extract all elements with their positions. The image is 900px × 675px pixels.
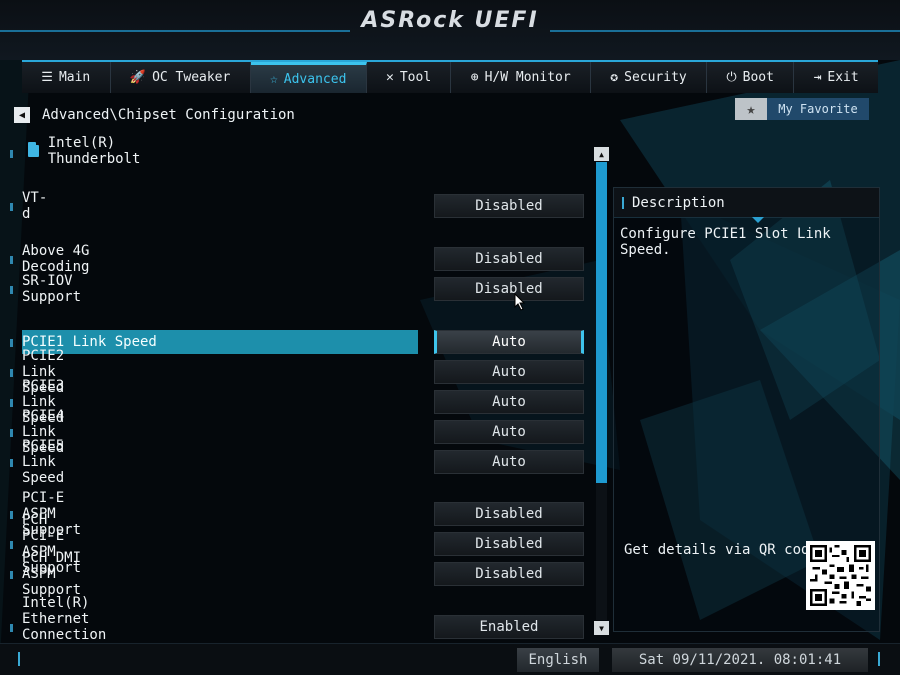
tab-label: Security xyxy=(624,70,687,85)
power-icon: ⏻ xyxy=(726,70,737,85)
back-arrow-icon[interactable]: ◀ xyxy=(14,107,30,123)
header-wing-right xyxy=(550,30,900,58)
my-favorite-label: My Favorite xyxy=(767,98,869,120)
setting-value-pcie1-link-speed[interactable]: Auto xyxy=(434,330,584,354)
setting-value-pcie5-link-speed[interactable]: Auto xyxy=(434,450,584,474)
main-tab-bar: ☰ Main 🚀 OC Tweaker ☆ Advanced ✕ Tool ⊕ H/W M… xyxy=(22,60,878,93)
tab-security[interactable]: ✪ Security xyxy=(591,62,708,93)
tab-hw-monitor[interactable]: ⊕ H/W Monitor xyxy=(451,62,591,93)
submenu-label: Intel(R) Thunderbolt xyxy=(47,135,141,167)
row-marker xyxy=(10,541,13,549)
row-marker xyxy=(10,429,13,437)
tab-exit[interactable]: ⇥ Exit xyxy=(794,62,878,93)
setting-value-pch-pci-e-aspm-support[interactable]: Disabled xyxy=(434,532,584,556)
submenu-thunderbolt[interactable]: Intel(R) Thunderbolt xyxy=(28,135,148,167)
my-favorite-button[interactable]: ★ My Favorite xyxy=(735,98,869,120)
row-marker xyxy=(10,150,13,158)
setting-label-vt-d[interactable]: VT-d xyxy=(22,190,47,222)
row-marker xyxy=(10,369,13,377)
setting-value-pcie2-link-speed[interactable]: Auto xyxy=(434,360,584,384)
footer-marker xyxy=(18,652,20,666)
description-text: Configure PCIE1 Slot Link Speed. xyxy=(620,226,831,258)
folder-icon xyxy=(28,142,39,157)
scrollbar-track[interactable] xyxy=(596,162,607,620)
pointer-arrow-icon xyxy=(752,217,764,223)
tab-tool[interactable]: ✕ Tool xyxy=(367,62,452,93)
favorite-star-icon: ★ xyxy=(735,98,767,120)
row-marker xyxy=(10,459,13,467)
setting-value-sr-iov-support[interactable]: Disabled xyxy=(434,277,584,301)
setting-value-intel-ethernet-connection[interactable]: Enabled xyxy=(434,615,584,639)
description-panel: Description Configure PCIE1 Slot Link Sp… xyxy=(613,187,880,632)
row-marker xyxy=(10,399,13,407)
breadcrumb: Advanced\Chipset Configuration xyxy=(42,107,295,123)
list-icon: ☰ xyxy=(41,70,53,85)
tools-icon: ✕ xyxy=(386,70,394,85)
tab-oc-tweaker[interactable]: 🚀 OC Tweaker xyxy=(111,62,251,93)
scroll-down-button[interactable]: ▼ xyxy=(594,621,609,635)
setting-label-sr-iov-support[interactable]: SR-IOV Support xyxy=(22,273,81,305)
tab-label: H/W Monitor xyxy=(484,70,571,85)
row-marker xyxy=(10,286,13,294)
scrollbar-thumb[interactable] xyxy=(596,162,607,483)
setting-label-above-4g-decoding[interactable]: Above 4G Decoding xyxy=(22,243,89,275)
asrock-uefi-logo: ASRock UEFI xyxy=(361,8,539,33)
setting-label-pcie1-link-speed[interactable]: PCIE1 Link Speed xyxy=(22,330,418,354)
footer-marker xyxy=(878,652,880,666)
setting-label-pch-dmi-aspm-support[interactable]: PCH DMI ASPM Support xyxy=(22,550,81,598)
setting-value-pci-e-aspm-support[interactable]: Disabled xyxy=(434,502,584,526)
qr-code-label: Get details via QR code xyxy=(624,542,818,558)
setting-label-intel-ethernet-connection[interactable]: Intel(R) Ethernet Connection I218-V xyxy=(22,595,106,659)
globe-icon: ⊕ xyxy=(470,70,479,85)
tab-boot[interactable]: ⏻ Boot xyxy=(707,62,795,93)
setting-label-pcie5-link-speed[interactable]: PCIE5 Link Speed xyxy=(22,438,64,486)
row-marker xyxy=(10,511,13,519)
setting-value-pcie4-link-speed[interactable]: Auto xyxy=(434,420,584,444)
setting-value-vt-d[interactable]: Disabled xyxy=(434,194,584,218)
breadcrumb-row: ◀ Advanced\Chipset Configuration xyxy=(14,104,295,126)
row-marker xyxy=(10,571,13,579)
qr-code-image xyxy=(810,545,871,606)
tab-label: Advanced xyxy=(283,71,347,87)
rocket-icon: 🚀 xyxy=(129,70,147,85)
row-marker xyxy=(10,339,13,347)
language-button[interactable]: English xyxy=(517,648,599,672)
description-title: Description xyxy=(632,194,725,211)
setting-value-above-4g-decoding[interactable]: Disabled xyxy=(434,247,584,271)
shield-icon: ✪ xyxy=(610,70,619,85)
tab-main[interactable]: ☰ Main xyxy=(22,62,111,93)
tab-advanced[interactable]: ☆ Advanced xyxy=(250,62,367,93)
row-marker xyxy=(10,203,13,211)
header-wing-left xyxy=(0,30,350,58)
tab-label: Exit xyxy=(827,70,859,85)
scroll-up-button[interactable]: ▲ xyxy=(594,147,609,161)
setting-value-pch-dmi-aspm-support[interactable]: Disabled xyxy=(434,562,584,586)
uefi-header: ASRock UEFI xyxy=(0,0,900,60)
row-marker xyxy=(10,256,13,264)
tab-label: Main xyxy=(58,70,91,85)
tab-label: Boot xyxy=(742,70,774,85)
qr-code xyxy=(806,541,875,610)
header-bar xyxy=(622,196,624,209)
tab-label: OC Tweaker xyxy=(152,70,231,85)
exit-icon: ⇥ xyxy=(813,70,822,85)
row-marker xyxy=(10,624,13,632)
datetime-display: Sat 09/11/2021. 08:01:41 xyxy=(612,648,868,672)
status-footer: English Sat 09/11/2021. 08:01:41 xyxy=(0,643,900,675)
setting-value-pcie3-link-speed[interactable]: Auto xyxy=(434,390,584,414)
mouse-cursor-icon xyxy=(514,293,526,311)
tab-label: Tool xyxy=(399,70,432,85)
star-icon: ☆ xyxy=(269,71,278,87)
description-header: Description xyxy=(614,188,879,223)
